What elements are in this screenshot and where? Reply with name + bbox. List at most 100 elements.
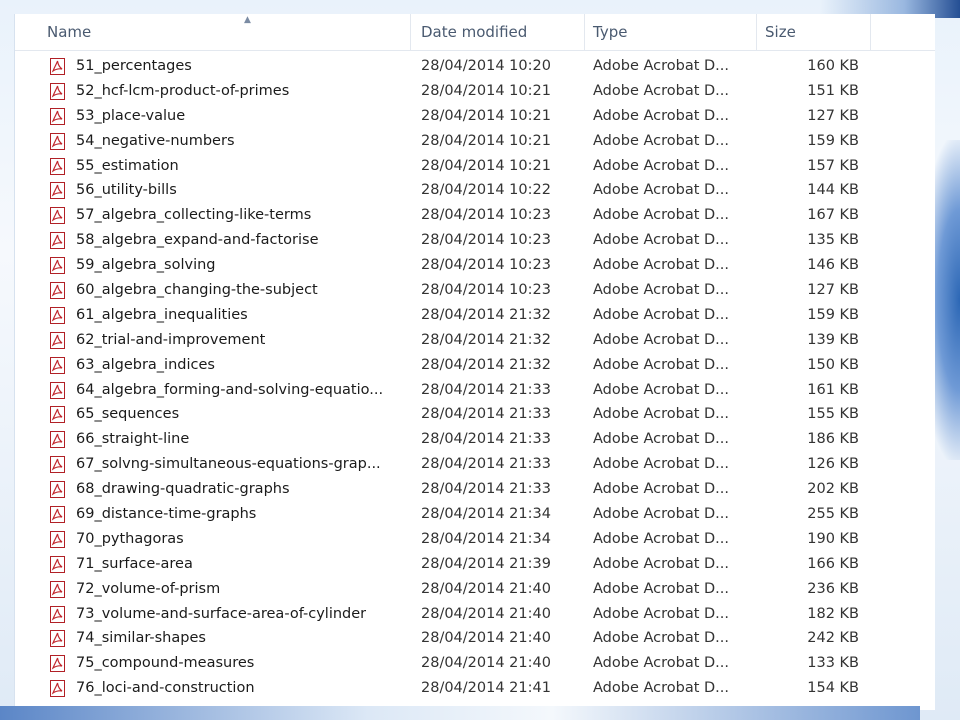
file-row[interactable]: 63_algebra_indices 28/04/2014 21:32 Adob… — [15, 353, 935, 378]
file-date-modified: 28/04/2014 21:39 — [421, 555, 551, 572]
file-size: 160 KB — [807, 58, 859, 74]
column-header-row: Name ▲ Date modified Type Size — [15, 14, 935, 51]
file-row[interactable]: 53_place-value 28/04/2014 10:21 Adobe Ac… — [15, 104, 935, 129]
pdf-file-icon — [49, 232, 66, 250]
pdf-file-icon — [49, 555, 66, 573]
file-name: 70_pythagoras — [76, 530, 184, 547]
pdf-file-icon — [49, 306, 66, 324]
file-date-modified: 28/04/2014 21:34 — [421, 530, 551, 547]
file-size: 161 KB — [807, 381, 859, 398]
file-date-modified: 28/04/2014 21:33 — [421, 431, 551, 448]
file-row[interactable]: 73_volume-and-surface-area-of-cylinder 2… — [15, 602, 935, 627]
file-row[interactable]: 70_pythagoras 28/04/2014 21:34 Adobe Acr… — [15, 527, 935, 552]
file-row[interactable]: 64_algebra_forming-and-solving-equatio..… — [15, 378, 935, 403]
file-row[interactable]: 51_percentages 28/04/2014 10:20 Adobe Ac… — [15, 54, 935, 79]
file-row[interactable]: 58_algebra_expand-and-factorise 28/04/20… — [15, 228, 935, 253]
file-type: Adobe Acrobat D... — [593, 555, 730, 572]
file-row[interactable]: 68_drawing-quadratic-graphs 28/04/2014 2… — [15, 477, 935, 502]
file-date-modified: 28/04/2014 10:23 — [421, 232, 551, 249]
file-name: 62_trial-and-improvement — [76, 331, 266, 348]
pdf-file-icon — [49, 132, 66, 150]
file-date-modified: 28/04/2014 21:40 — [421, 630, 551, 647]
file-row[interactable]: 55_estimation 28/04/2014 10:21 Adobe Acr… — [15, 154, 935, 179]
pdf-file-icon — [49, 82, 66, 100]
file-type: Adobe Acrobat D... — [593, 107, 730, 124]
column-header-name[interactable]: Name ▲ — [39, 14, 411, 50]
file-type: Adobe Acrobat D... — [593, 580, 730, 597]
column-header-type[interactable]: Type — [585, 14, 757, 50]
file-size: 146 KB — [807, 257, 859, 274]
file-row[interactable]: 67_solvng-simultaneous-equations-grap...… — [15, 452, 935, 477]
file-type: Adobe Acrobat D... — [593, 306, 730, 323]
column-header-date-label: Date modified — [421, 23, 528, 41]
pdf-file-icon — [49, 431, 66, 449]
file-row[interactable]: 62_trial-and-improvement 28/04/2014 21:3… — [15, 328, 935, 353]
file-row[interactable]: 57_algebra_collecting-like-terms 28/04/2… — [15, 203, 935, 228]
pdf-file-icon — [49, 356, 66, 374]
file-size: 190 KB — [807, 530, 859, 547]
pdf-file-icon — [49, 605, 66, 623]
file-date-modified: 28/04/2014 21:33 — [421, 381, 551, 398]
file-name: 54_negative-numbers — [76, 132, 235, 149]
file-type: Adobe Acrobat D... — [593, 232, 730, 249]
file-size: 157 KB — [807, 157, 859, 174]
file-row[interactable]: 52_hcf-lcm-product-of-primes 28/04/2014 … — [15, 79, 935, 104]
file-name: 57_algebra_collecting-like-terms — [76, 207, 312, 224]
file-type: Adobe Acrobat D... — [593, 456, 730, 473]
pdf-file-icon — [49, 182, 66, 200]
column-header-size-label: Size — [765, 23, 796, 41]
file-type: Adobe Acrobat D... — [593, 82, 730, 99]
file-row[interactable]: 74_similar-shapes 28/04/2014 21:40 Adobe… — [15, 626, 935, 651]
file-size: 151 KB — [807, 82, 859, 99]
file-type: Adobe Acrobat D... — [593, 530, 730, 547]
file-type: Adobe Acrobat D... — [593, 481, 730, 498]
pdf-file-icon — [49, 456, 66, 474]
file-row[interactable]: 71_surface-area 28/04/2014 21:39 Adobe A… — [15, 552, 935, 577]
pdf-file-icon — [49, 107, 66, 125]
file-date-modified: 28/04/2014 21:32 — [421, 331, 551, 348]
file-name: 60_algebra_changing-the-subject — [76, 282, 318, 299]
file-date-modified: 28/04/2014 10:21 — [421, 107, 551, 124]
file-row[interactable]: 66_straight-line 28/04/2014 21:33 Adobe … — [15, 427, 935, 452]
file-name: 67_solvng-simultaneous-equations-grap... — [76, 456, 381, 473]
file-row[interactable]: 72_volume-of-prism 28/04/2014 21:40 Adob… — [15, 577, 935, 602]
file-rows: 51_percentages 28/04/2014 10:20 Adobe Ac… — [15, 54, 935, 701]
file-list-view: Name ▲ Date modified Type Size 51_percen… — [14, 14, 935, 710]
file-type: Adobe Acrobat D... — [593, 58, 730, 74]
file-row[interactable]: 56_utility-bills 28/04/2014 10:22 Adobe … — [15, 178, 935, 203]
file-type: Adobe Acrobat D... — [593, 132, 730, 149]
file-name: 73_volume-and-surface-area-of-cylinder — [76, 605, 367, 622]
file-row[interactable]: 59_algebra_solving 28/04/2014 10:23 Adob… — [15, 253, 935, 278]
file-row[interactable]: 65_sequences 28/04/2014 21:33 Adobe Acro… — [15, 402, 935, 427]
file-type: Adobe Acrobat D... — [593, 630, 730, 647]
file-name: 53_place-value — [76, 107, 186, 124]
file-row[interactable]: 69_distance-time-graphs 28/04/2014 21:34… — [15, 502, 935, 527]
pdf-file-icon — [49, 207, 66, 225]
file-name: 68_drawing-quadratic-graphs — [76, 481, 290, 498]
file-size: 166 KB — [807, 555, 859, 572]
file-size: 127 KB — [807, 282, 859, 299]
file-size: 135 KB — [807, 232, 859, 249]
pdf-file-icon — [49, 655, 66, 673]
file-size: 150 KB — [807, 356, 859, 373]
file-name: 59_algebra_solving — [76, 257, 216, 274]
column-header-size[interactable]: Size — [757, 14, 871, 50]
file-type: Adobe Acrobat D... — [593, 157, 730, 174]
file-row[interactable]: 61_algebra_inequalities 28/04/2014 21:32… — [15, 303, 935, 328]
file-date-modified: 28/04/2014 21:34 — [421, 506, 551, 523]
file-size: 126 KB — [807, 456, 859, 473]
pdf-file-icon — [49, 680, 66, 698]
file-row[interactable]: 75_compound-measures 28/04/2014 21:40 Ad… — [15, 651, 935, 676]
file-row[interactable]: 54_negative-numbers 28/04/2014 10:21 Ado… — [15, 129, 935, 154]
file-name: 51_percentages — [76, 58, 192, 74]
file-row[interactable]: 76_loci-and-construction 28/04/2014 21:4… — [15, 676, 935, 701]
pdf-file-icon — [49, 530, 66, 548]
file-name: 55_estimation — [76, 157, 179, 174]
file-row[interactable]: 60_algebra_changing-the-subject 28/04/20… — [15, 278, 935, 303]
column-header-date-modified[interactable]: Date modified — [413, 14, 585, 50]
file-type: Adobe Acrobat D... — [593, 506, 730, 523]
sort-ascending-icon: ▲ — [244, 15, 251, 25]
file-name: 64_algebra_forming-and-solving-equatio..… — [76, 381, 384, 398]
pdf-file-icon — [49, 481, 66, 499]
file-type: Adobe Acrobat D... — [593, 406, 730, 423]
